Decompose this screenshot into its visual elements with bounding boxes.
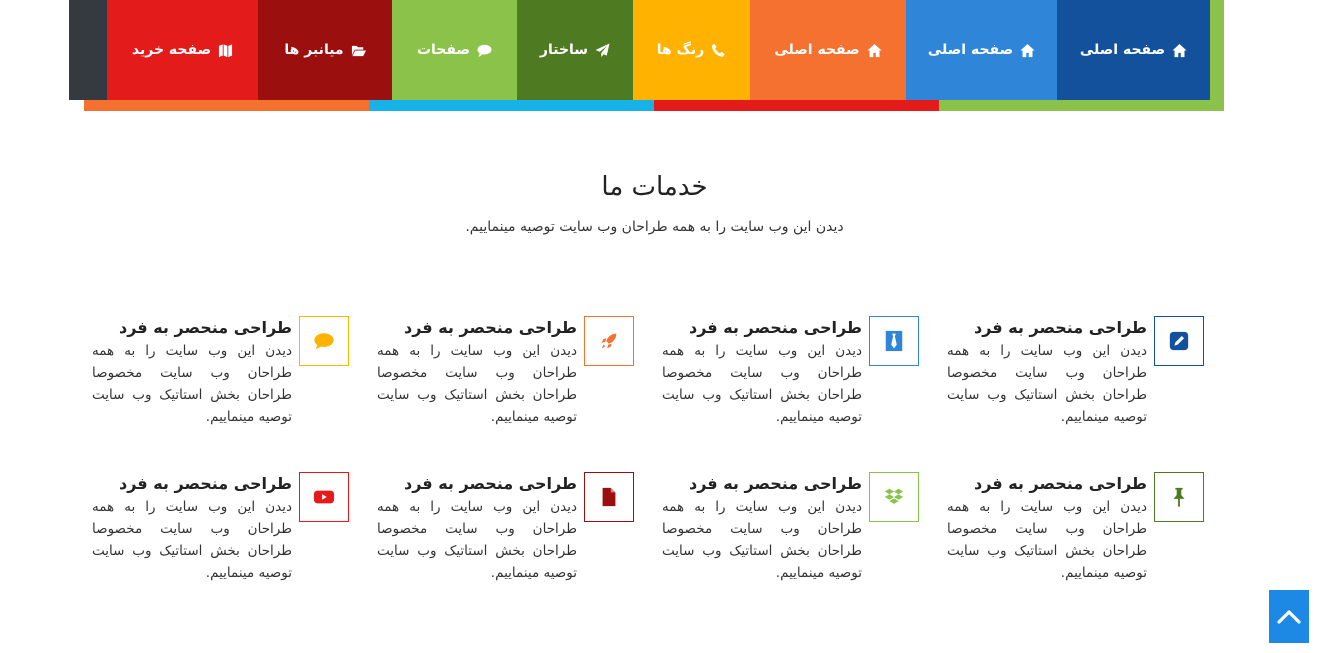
feature-text: طراحی منحصر به فرد دیدن این وب سایت را ب…	[947, 316, 1147, 428]
tie-icon	[885, 330, 903, 352]
feature-text: طراحی منحصر به فرد دیدن این وب سایت را ب…	[377, 316, 577, 428]
section-subtitle: دیدن این وب سایت را به همه طراحان وب سای…	[465, 219, 844, 235]
feature-description: دیدن این وب سایت را به همه طراحان وب سای…	[92, 499, 292, 581]
nav-item-label: صفحه اصلی	[774, 42, 860, 58]
nav-item-label: میانبر ها	[284, 42, 344, 58]
feature-title: طراحی منحصر به فرد	[119, 318, 292, 337]
feature-title: طراحی منحصر به فرد	[974, 318, 1147, 337]
feature-title: طراحی منحصر به فرد	[404, 474, 577, 493]
feature-text: طراحی منحصر به فرد دیدن این وب سایت را ب…	[377, 472, 577, 584]
feature-icon-box	[869, 316, 919, 366]
feature-card: طراحی منحصر به فرد دیدن این وب سایت را ب…	[619, 472, 919, 592]
nav-item-home-3[interactable]: صفحه اصلی	[1057, 0, 1210, 100]
feature-icon-box	[299, 472, 349, 522]
section-title: خدمات ما	[601, 172, 708, 202]
map-icon	[219, 43, 233, 57]
paper-plane-icon	[595, 42, 610, 57]
feature-card: طراحی منحصر به فرد دیدن این وب سایت را ب…	[334, 316, 634, 436]
nav-item-label: رنگ ها	[656, 42, 705, 58]
home-icon	[1020, 43, 1035, 57]
color-strip-green	[939, 100, 1224, 111]
feature-icon-box	[584, 472, 634, 522]
feature-title: طراحی منحصر به فرد	[974, 474, 1147, 493]
nav-item-structure[interactable]: ساختار	[517, 0, 633, 100]
feature-icon-box	[1154, 472, 1204, 522]
feature-description: دیدن این وب سایت را به همه طراحان وب سای…	[947, 343, 1147, 425]
feature-text: طراحی منحصر به فرد دیدن این وب سایت را ب…	[947, 472, 1147, 584]
nav-item-label: صفحات	[416, 42, 471, 58]
comment-icon	[477, 44, 492, 57]
color-strip-orange	[84, 100, 369, 111]
feature-card: طراحی منحصر به فرد دیدن این وب سایت را ب…	[49, 472, 349, 592]
nav-item-pages[interactable]: صفحات	[392, 0, 517, 100]
feature-card: طراحی منحصر به فرد دیدن این وب سایت را ب…	[904, 472, 1204, 592]
rocket-icon	[601, 333, 617, 349]
feature-description: دیدن این وب سایت را به همه طراحان وب سای…	[92, 343, 292, 425]
feature-description: دیدن این وب سایت را به همه طراحان وب سای…	[377, 343, 577, 425]
feature-icon-box	[869, 472, 919, 522]
feature-card: طراحی منحصر به فرد دیدن این وب سایت را ب…	[334, 472, 634, 592]
feature-description: دیدن این وب سایت را به همه طراحان وب سای…	[662, 343, 862, 425]
color-strip-red	[654, 100, 939, 111]
phone-icon	[712, 43, 725, 57]
nav-item-label: ساختار	[539, 42, 589, 58]
nav-item-label: صفحه اصلی	[927, 42, 1014, 58]
comment-icon	[314, 333, 334, 350]
nav-item-home-2[interactable]: صفحه اصلی	[906, 0, 1057, 100]
feature-icon-box	[299, 316, 349, 366]
feature-text: طراحی منحصر به فرد دیدن این وب سایت را ب…	[92, 316, 292, 428]
dropbox-icon	[884, 488, 904, 504]
folder-open-icon	[351, 45, 366, 56]
feature-description: دیدن این وب سایت را به همه طراحان وب سای…	[377, 499, 577, 581]
nav-item-home-1[interactable]: صفحه اصلی	[750, 0, 906, 100]
nav-item-shortcuts[interactable]: میانبر ها	[258, 0, 392, 100]
feature-icon-box	[584, 316, 634, 366]
feature-text: طراحی منحصر به فرد دیدن این وب سایت را ب…	[92, 472, 292, 584]
nav-item-label: صفحه اصلی	[1079, 42, 1166, 58]
feature-icon-box	[1154, 316, 1204, 366]
nav-color-strip	[84, 100, 1224, 111]
youtube-icon	[313, 490, 335, 504]
feature-title: طراحی منحصر به فرد	[404, 318, 577, 337]
main-navigation: صفحه خرید میانبر ها صفحات ساختار رنگ ها …	[69, 0, 1224, 111]
file-icon	[602, 487, 616, 507]
feature-text: طراحی منحصر به فرد دیدن این وب سایت را ب…	[662, 316, 862, 428]
nav-dark-block	[69, 0, 107, 100]
home-icon	[1172, 43, 1187, 57]
nav-green-edge	[1210, 0, 1224, 111]
feature-card: طراحی منحصر به فرد دیدن این وب سایت را ب…	[904, 316, 1204, 436]
nav-bar: صفحه خرید میانبر ها صفحات ساختار رنگ ها …	[69, 0, 1210, 100]
feature-description: دیدن این وب سایت را به همه طراحان وب سای…	[947, 499, 1147, 581]
color-strip-cyan	[369, 100, 654, 111]
chevron-up-icon	[1277, 609, 1301, 624]
feature-text: طراحی منحصر به فرد دیدن این وب سایت را ب…	[662, 472, 862, 584]
home-icon	[867, 43, 882, 57]
thumb-tack-icon	[1173, 487, 1185, 508]
nav-item-shopping[interactable]: صفحه خرید	[107, 0, 258, 100]
nav-item-label: صفحه خرید	[131, 42, 212, 58]
feature-title: طراحی منحصر به فرد	[119, 474, 292, 493]
feature-title: طراحی منحصر به فرد	[689, 318, 862, 337]
feature-description: دیدن این وب سایت را به همه طراحان وب سای…	[662, 499, 862, 581]
feature-card: طراحی منحصر به فرد دیدن این وب سایت را ب…	[619, 316, 919, 436]
pencil-square-icon	[1169, 331, 1189, 351]
nav-item-colors[interactable]: رنگ ها	[633, 0, 750, 100]
feature-card: طراحی منحصر به فرد دیدن این وب سایت را ب…	[49, 316, 349, 436]
feature-title: طراحی منحصر به فرد	[689, 474, 862, 493]
scroll-to-top-button[interactable]	[1269, 590, 1309, 643]
